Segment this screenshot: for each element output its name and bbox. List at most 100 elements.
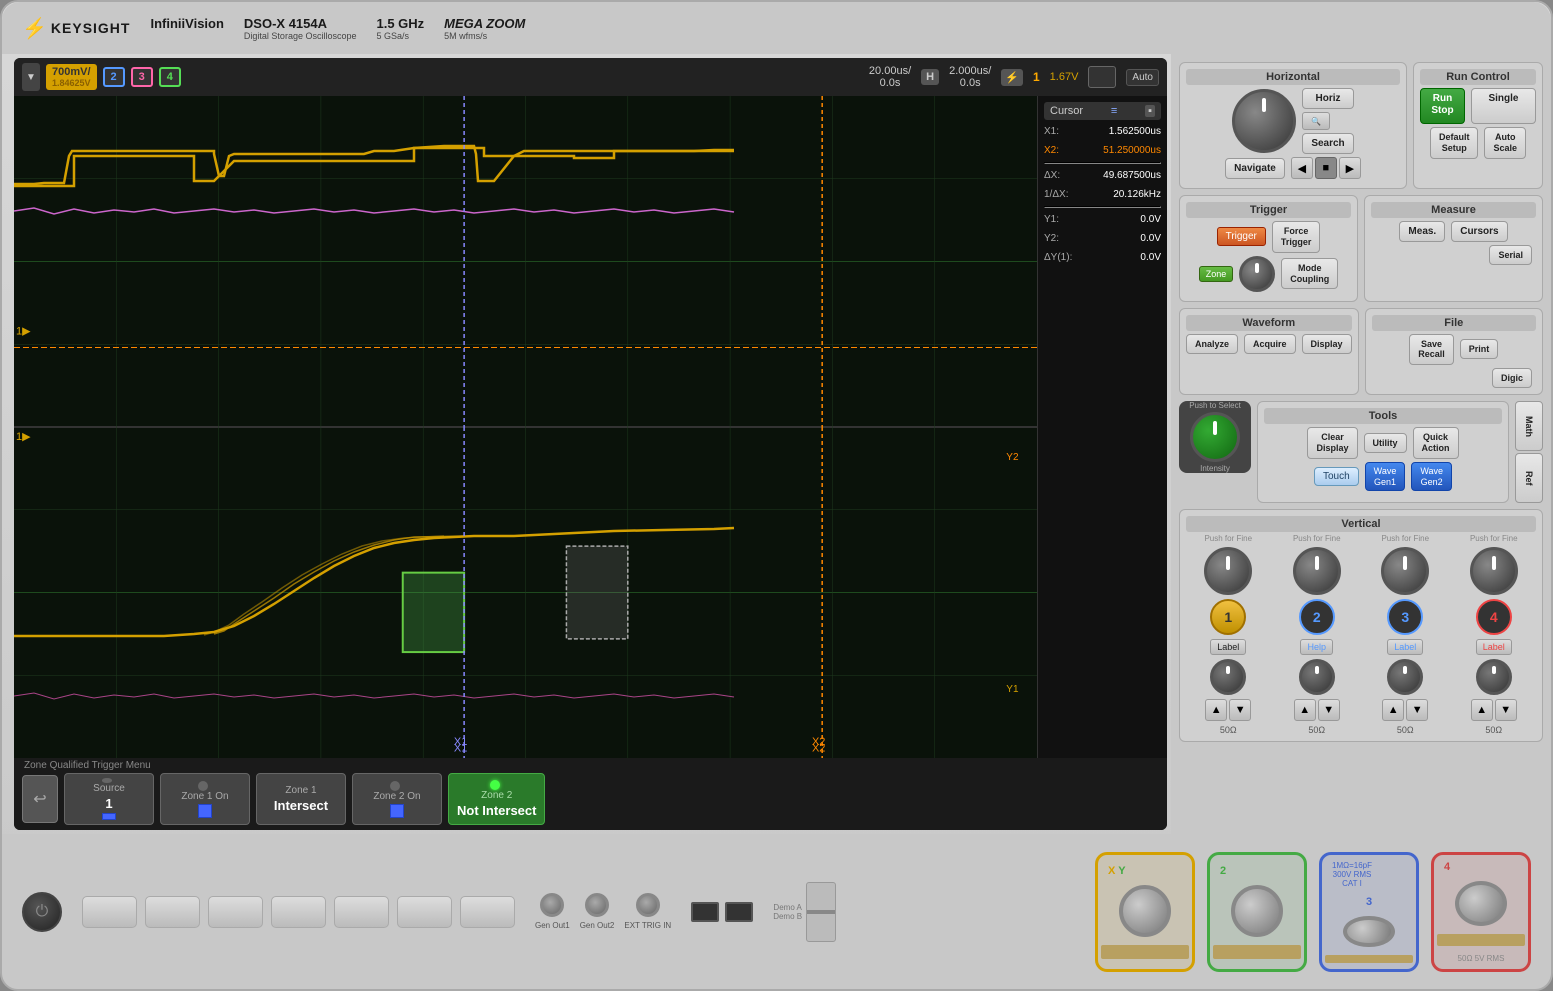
ch3-scale-knob[interactable] xyxy=(1381,547,1429,595)
digic-button[interactable]: Digic xyxy=(1492,368,1532,388)
analyze-button[interactable]: Analyze xyxy=(1186,334,1238,354)
bottom-menu-bar: Zone Qualified Trigger Menu ↩ Source 1 xyxy=(14,758,1167,830)
push-to-find-btn[interactable]: 🔍 xyxy=(1302,112,1330,130)
trigger-btns-row: Trigger ForceTrigger xyxy=(1186,221,1351,253)
gen-out1-bnc[interactable] xyxy=(540,893,564,917)
ch3-button[interactable]: 3 xyxy=(1387,599,1423,635)
single-button[interactable]: Single xyxy=(1471,88,1536,124)
default-setup-button[interactable]: DefaultSetup xyxy=(1430,127,1479,159)
zone1-on-button[interactable]: Zone 1 On xyxy=(160,773,250,825)
ch3-up-btn[interactable]: ▲ xyxy=(1382,699,1404,721)
back-button[interactable]: ↩ xyxy=(22,775,58,823)
brand-name: KEYSIGHT xyxy=(51,20,131,36)
h-mode-btn[interactable]: H xyxy=(921,69,939,85)
nav-right-btn[interactable]: ▶ xyxy=(1339,157,1361,179)
ch1-up-btn[interactable]: ▲ xyxy=(1205,699,1227,721)
wave-gen2-button[interactable]: WaveGen2 xyxy=(1411,462,1452,492)
power-button[interactable]: ⏻ xyxy=(22,892,62,932)
ch4-up-btn[interactable]: ▲ xyxy=(1471,699,1493,721)
ch2-pos-knob[interactable] xyxy=(1299,659,1335,695)
cursors-button[interactable]: Cursors xyxy=(1451,221,1507,242)
meas-button[interactable]: Meas. xyxy=(1399,221,1445,242)
print-button[interactable]: Print xyxy=(1460,339,1499,359)
zone1-intersect-button[interactable]: Zone 1 Intersect xyxy=(256,773,346,825)
display-button[interactable]: Display xyxy=(1302,334,1352,354)
soft-btn-6[interactable] xyxy=(397,896,452,928)
svg-text:1▶: 1▶ xyxy=(16,431,31,443)
zone2-not-intersect-button[interactable]: Zone 2 Not Intersect xyxy=(448,773,545,825)
ch2-down-btn[interactable]: ▼ xyxy=(1318,699,1340,721)
ch4-label-button[interactable]: Label xyxy=(1476,639,1512,655)
utility-button[interactable]: Utility xyxy=(1364,433,1407,453)
ch1-button[interactable]: 1 xyxy=(1210,599,1246,635)
acquire-button[interactable]: Acquire xyxy=(1244,334,1296,354)
math-button[interactable]: Math xyxy=(1515,401,1543,451)
ch3-bnc-connector[interactable] xyxy=(1343,916,1395,948)
zone2-on-button[interactable]: Zone 2 On xyxy=(352,773,442,825)
wave-gen1-button[interactable]: WaveGen1 xyxy=(1365,462,1406,492)
nav-left-btn[interactable]: ◀ xyxy=(1291,157,1313,179)
right-side-btns: Math Ref xyxy=(1515,401,1543,503)
cursor-x1-label: X1: xyxy=(1044,126,1059,137)
channel-2-indicator[interactable]: 2 xyxy=(103,67,125,87)
quick-action-button[interactable]: QuickAction xyxy=(1413,427,1459,459)
trigger-level-knob[interactable] xyxy=(1239,256,1275,292)
ch4-button[interactable]: 4 xyxy=(1476,599,1512,635)
channel-3-indicator[interactable]: 3 xyxy=(131,67,153,87)
usb-port-2[interactable] xyxy=(725,902,753,922)
ext-trig-bnc[interactable] xyxy=(636,893,660,917)
mode-coupling-button[interactable]: ModeCoupling xyxy=(1281,258,1338,290)
soft-btn-2[interactable] xyxy=(145,896,200,928)
ref-button[interactable]: Ref xyxy=(1515,453,1543,503)
nav-stop-btn[interactable]: ■ xyxy=(1315,157,1337,179)
clear-display-button[interactable]: ClearDisplay xyxy=(1307,427,1357,459)
ch2-help-button[interactable]: Help xyxy=(1300,639,1333,655)
ch3-pos-knob[interactable] xyxy=(1387,659,1423,695)
ch1-bnc-connector[interactable] xyxy=(1119,885,1171,937)
ch1-label-button[interactable]: Label xyxy=(1210,639,1246,655)
horiz-button[interactable]: Horiz xyxy=(1302,88,1353,109)
soft-btn-7[interactable] xyxy=(460,896,515,928)
ch4-bnc-connector[interactable] xyxy=(1455,881,1507,926)
ch1-scale-knob[interactable] xyxy=(1204,547,1252,595)
auto-scale-button[interactable]: AutoScale xyxy=(1484,127,1526,159)
right-control-panel: Horizontal Horiz 🔍 Search xyxy=(1171,54,1551,834)
touch-button[interactable]: Touch xyxy=(1314,467,1359,486)
save-recall-button[interactable]: SaveRecall xyxy=(1409,334,1454,366)
horizontal-position-knob[interactable] xyxy=(1232,89,1296,153)
demo-slider[interactable] xyxy=(806,882,836,942)
gen-out2-bnc[interactable] xyxy=(585,893,609,917)
trigger-voltage: 1.67V xyxy=(1050,71,1079,83)
ch4-down-btn[interactable]: ▼ xyxy=(1495,699,1517,721)
soft-btn-3[interactable] xyxy=(208,896,263,928)
ch2-button[interactable]: 2 xyxy=(1299,599,1335,635)
ch1-pos-knob[interactable] xyxy=(1210,659,1246,695)
ch1-connector-box: X Y xyxy=(1095,852,1195,972)
channel-1-indicator[interactable]: 700mV/ 1.84625V xyxy=(46,64,97,90)
ch2-scale-knob[interactable] xyxy=(1293,547,1341,595)
force-trigger-button[interactable]: ForceTrigger xyxy=(1272,221,1321,253)
ch2-bnc-connector[interactable] xyxy=(1231,885,1283,937)
ch4-scale-knob[interactable] xyxy=(1470,547,1518,595)
trigger-button[interactable]: Trigger xyxy=(1217,227,1266,246)
run-stop-button[interactable]: RunStop xyxy=(1420,88,1465,124)
usb-port-1[interactable] xyxy=(691,902,719,922)
navigate-button[interactable]: Navigate xyxy=(1225,158,1285,179)
ch3-label-button[interactable]: Label xyxy=(1387,639,1423,655)
trigger-icon: ⚡ xyxy=(1001,69,1023,86)
intensity-knob[interactable] xyxy=(1190,412,1240,462)
ch1-down-btn[interactable]: ▼ xyxy=(1229,699,1251,721)
soft-btn-1[interactable] xyxy=(82,896,137,928)
ch2-up-btn[interactable]: ▲ xyxy=(1294,699,1316,721)
ch4-pos-knob[interactable] xyxy=(1476,659,1512,695)
ch-collapse-btn[interactable]: ▼ xyxy=(22,63,40,91)
ch3-down-btn[interactable]: ▼ xyxy=(1406,699,1428,721)
serial-button[interactable]: Serial xyxy=(1489,245,1532,265)
channel-4-indicator[interactable]: 4 xyxy=(159,67,181,87)
soft-btn-4[interactable] xyxy=(271,896,326,928)
soft-btn-5[interactable] xyxy=(334,896,389,928)
search-button[interactable]: Search xyxy=(1302,133,1353,154)
zone-button[interactable]: Zone xyxy=(1199,266,1234,282)
ch3-push-label: Push for Fine xyxy=(1381,534,1429,543)
source-button[interactable]: Source 1 xyxy=(64,773,154,825)
